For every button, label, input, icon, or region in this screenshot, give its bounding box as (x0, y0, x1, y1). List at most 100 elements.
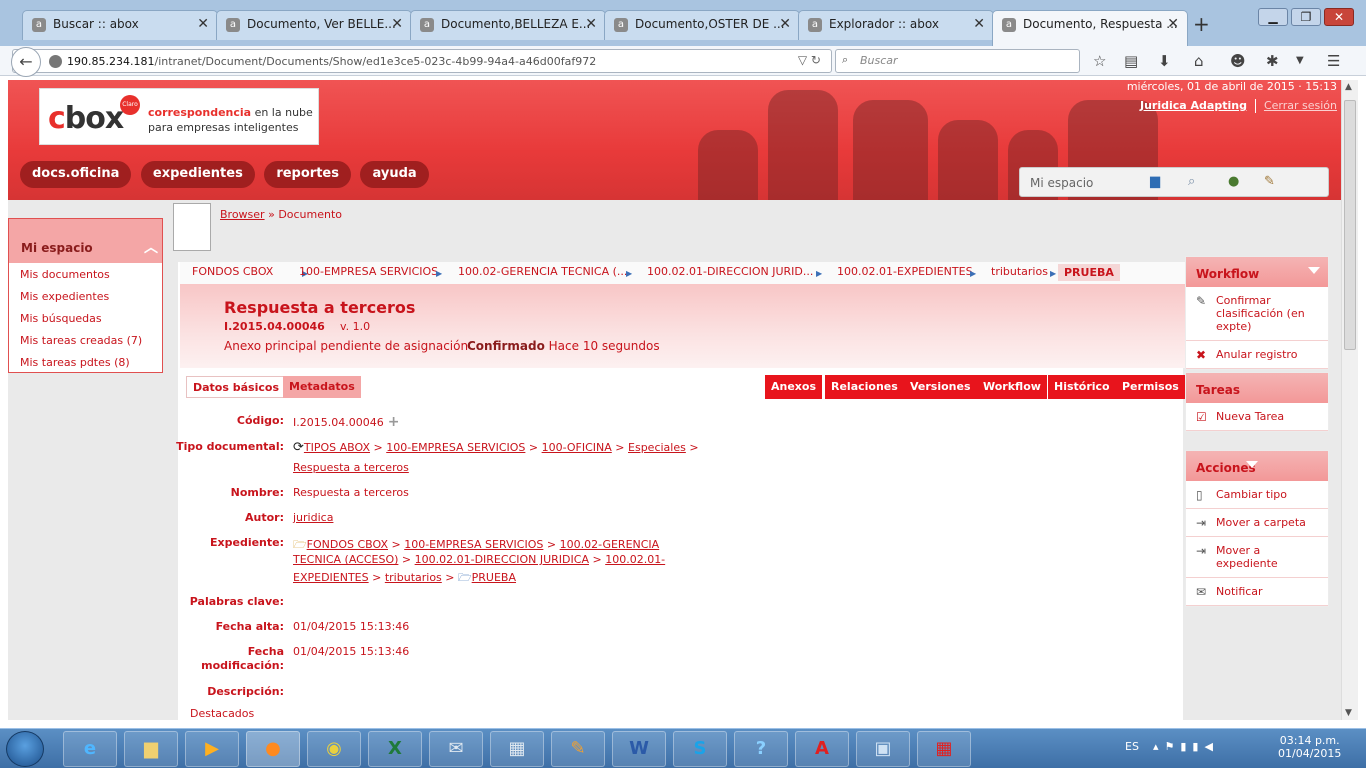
thunderbird-icon[interactable]: ✉ (429, 731, 483, 767)
workflow-panel-header[interactable]: Workflow (1186, 257, 1328, 287)
tab-relaciones[interactable]: Relaciones (825, 375, 904, 399)
url-text[interactable]: 190.85.234.181/intranet/Document/Documen… (67, 55, 596, 68)
word-icon[interactable]: W (612, 731, 666, 767)
envelope-icon: ✉ (1196, 585, 1207, 599)
system-clock[interactable]: 03:14 p.m. 01/04/2015 (1278, 734, 1341, 760)
mover-a-expediente-action[interactable]: ⇥ Mover a expediente (1186, 537, 1328, 578)
ie-icon[interactable]: e (63, 731, 117, 767)
nav-reportes[interactable]: reportes (264, 161, 351, 188)
anular-registro-action[interactable]: ✖ Anular registro (1186, 341, 1328, 369)
paint-icon[interactable]: ✎ (551, 731, 605, 767)
tareas-panel-header[interactable]: Tareas (1186, 373, 1328, 403)
mover-a-carpeta-action[interactable]: ⇥ Mover a carpeta (1186, 509, 1328, 537)
tab-anexos[interactable]: Anexos (765, 375, 823, 399)
tab-close-icon[interactable]: ✕ (391, 16, 403, 32)
logout-link[interactable]: Cerrar sesión (1264, 99, 1337, 112)
calculator-icon[interactable]: ▦ (490, 731, 544, 767)
refresh-icon[interactable]: ⟳ (293, 440, 304, 455)
confirmar-clasificacion-action[interactable]: ✎ Confirmar clasificación (en expte) (1186, 287, 1328, 341)
bookmarks-list-icon[interactable]: ▤ (1124, 52, 1138, 70)
browser-tab-buscar[interactable]: a Buscar :: abox ✕ (22, 10, 218, 40)
path-item[interactable]: 100-EMPRESA SERVICIOS (299, 265, 438, 278)
cbox-logo[interactable]: cbox Claro correspondencia en la nube pa… (39, 88, 319, 145)
restore-button[interactable]: ❐ (1291, 8, 1321, 26)
chat-icon[interactable]: ☻ (1230, 52, 1246, 70)
back-arrow-icon[interactable]: ← (11, 47, 41, 77)
tab-close-icon[interactable]: ✕ (973, 16, 985, 32)
vertical-scrollbar[interactable]: ▲ ▼ (1341, 80, 1358, 720)
menu-icon[interactable]: ☰ (1327, 52, 1340, 70)
link-mis-tareas-pdtes[interactable]: Mis tareas pdtes (8) (20, 356, 130, 369)
home-icon[interactable]: ⌂ (1194, 52, 1204, 70)
link-mis-busquedas[interactable]: Mis búsquedas (20, 312, 102, 325)
minimize-button[interactable]: ▁ (1258, 8, 1288, 26)
tab-metadatos[interactable]: Metadatos (283, 376, 361, 398)
close-window-button[interactable]: ✕ (1324, 8, 1354, 26)
tab-close-icon[interactable]: ✕ (585, 16, 597, 32)
excel-icon[interactable]: X (368, 731, 422, 767)
link-mis-tareas-creadas[interactable]: Mis tareas creadas (7) (20, 334, 142, 347)
browser-tab-explorador[interactable]: a Explorador :: abox ✕ (798, 10, 994, 40)
breadcrumb-browser-link[interactable]: Browser (220, 208, 265, 221)
mi-espacio-panel-header[interactable]: Mi espacio ︿ (9, 219, 162, 263)
fortinet-icon[interactable]: ▦ (917, 731, 971, 767)
media-player-icon[interactable]: ▶ (185, 731, 239, 767)
tab-datos-basicos[interactable]: Datos básicos (186, 376, 286, 398)
system-tray-icons[interactable]: ▴⚑▮▮◀ (1153, 740, 1219, 753)
edit-icon[interactable]: ✎ (1264, 174, 1275, 189)
page: cbox Claro correspondencia en la nube pa… (8, 80, 1341, 720)
tab-close-icon[interactable]: ✕ (1167, 16, 1179, 32)
nav-docs-oficina[interactable]: docs.oficina (20, 161, 132, 188)
reload-icon[interactable]: ▽ ↻ (798, 53, 821, 67)
scroll-down-icon[interactable]: ▼ (1345, 708, 1352, 718)
check-icon[interactable]: ● (1228, 174, 1239, 189)
browser-tab-documento-oster[interactable]: a Documento,OSTER DE ... ✕ (604, 10, 800, 40)
firefox-icon[interactable]: ● (246, 731, 300, 767)
screenshot-icon[interactable]: ▣ (856, 731, 910, 767)
path-item[interactable]: 100.02.01-EXPEDIENTES (837, 265, 973, 278)
tab-close-icon[interactable]: ✕ (197, 16, 209, 32)
nav-expedientes[interactable]: expedientes (140, 161, 255, 188)
acrobat-icon[interactable]: A (795, 731, 849, 767)
download-icon[interactable]: ⬇ (1158, 52, 1171, 70)
explorer-folder-icon[interactable]: ▆ (124, 731, 178, 767)
start-button[interactable] (6, 731, 44, 767)
scrollbar-thumb[interactable] (1344, 100, 1356, 350)
folder-icon[interactable]: ▆ (1150, 174, 1160, 189)
chevron-up-icon[interactable]: ︿ (144, 237, 158, 257)
language-indicator[interactable]: ES (1125, 740, 1139, 753)
tab-historico[interactable]: Histórico (1048, 375, 1116, 399)
user-link[interactable]: Juridica Adapting (1140, 99, 1247, 112)
link-mis-expedientes[interactable]: Mis expedientes (20, 290, 109, 303)
nueva-tarea-action[interactable]: ☑ Nueva Tarea (1186, 403, 1328, 431)
tab-close-icon[interactable]: ✕ (779, 16, 791, 32)
tab-versiones[interactable]: Versiones (904, 375, 977, 399)
add-icon[interactable]: + (388, 414, 400, 430)
extension-icon[interactable]: ✱ (1266, 52, 1279, 70)
link-mis-documentos[interactable]: Mis documentos (20, 268, 110, 281)
help-icon[interactable]: ? (734, 731, 788, 767)
scroll-up-icon[interactable]: ▲ (1345, 82, 1352, 92)
new-tab-button[interactable]: + (1193, 12, 1210, 36)
browser-tab-documento-respuesta[interactable]: a Documento, Respuesta ... ✕ (992, 10, 1188, 46)
skype-icon[interactable]: S (673, 731, 727, 767)
chrome-icon[interactable]: ◉ (307, 731, 361, 767)
notificar-action[interactable]: ✉ Notificar (1186, 578, 1328, 606)
nav-ayuda[interactable]: ayuda (360, 161, 429, 188)
tab-workflow[interactable]: Workflow (977, 375, 1047, 399)
browser-search-input[interactable]: ⌕ Buscar (835, 49, 1080, 73)
bookmark-star-icon[interactable]: ☆ (1093, 52, 1106, 70)
dropdown-arrow-icon[interactable]: ▼ (1296, 55, 1304, 66)
search-icon[interactable]: ⌕ (1188, 174, 1195, 189)
path-item[interactable]: 100.02-GERENCIA TECNICA (... (458, 265, 627, 278)
cambiar-tipo-action[interactable]: ▯ Cambiar tipo (1186, 481, 1328, 509)
path-item[interactable]: FONDOS CBOX (192, 265, 273, 278)
tab-permisos[interactable]: Permisos (1116, 375, 1185, 399)
acciones-panel-header[interactable]: Acciones (1186, 451, 1328, 481)
path-item[interactable]: tributarios (991, 265, 1048, 278)
browser-tab-documento-belleza[interactable]: a Documento,BELLEZA E... ✕ (410, 10, 606, 40)
browser-tab-documento-belle[interactable]: a Documento, Ver BELLE... ✕ (216, 10, 412, 40)
path-item[interactable]: 100.02.01-DIRECCION JURID... (647, 265, 813, 278)
tab-title: Documento,OSTER DE ... (635, 17, 785, 31)
url-bar[interactable]: ← 190.85.234.181/intranet/Document/Docum… (11, 47, 832, 77)
